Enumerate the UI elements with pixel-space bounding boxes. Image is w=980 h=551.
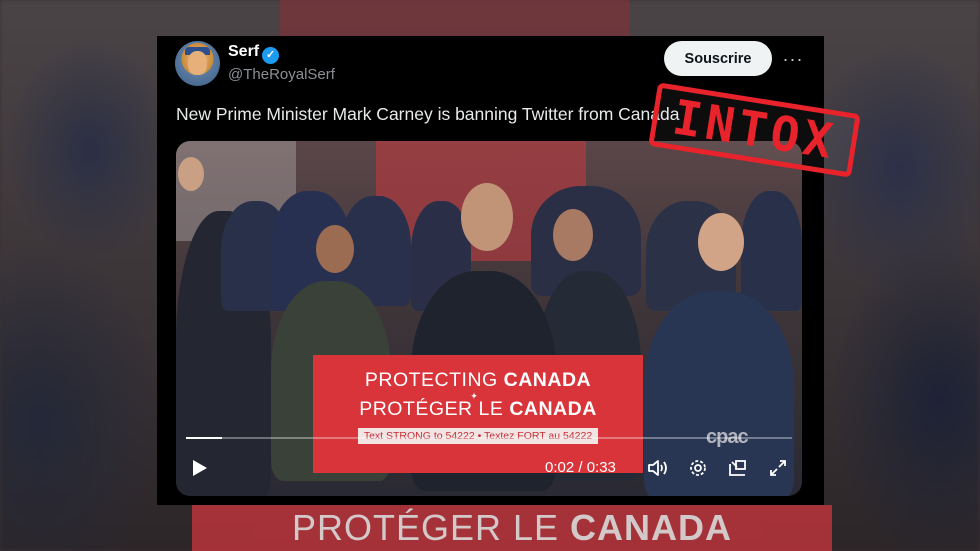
verified-badge-icon: ✓ [262,47,280,64]
progress-fill [186,437,223,439]
time-display: 0:02 / 0:33 [545,459,616,476]
maple-leaf-icon: ✦ [470,391,478,401]
background-banner: PROTÉGER LE CANADA [192,505,832,551]
podium-sign: PROTECTING CANADA ✦ PROTÉGER LE CANADA T… [313,355,643,473]
video-player[interactable]: PROTECTING CANADA ✦ PROTÉGER LE CANADA T… [176,141,802,496]
progress-track[interactable] [186,437,792,439]
background-red-wall [280,0,630,40]
avatar[interactable] [175,41,220,86]
more-options-icon[interactable]: ··· [780,49,806,69]
subscribe-button[interactable]: Souscrire [664,41,772,76]
play-icon[interactable] [188,456,212,480]
gear-icon[interactable] [686,456,710,480]
tweet-text: New Prime Minister Mark Carney is bannin… [176,104,680,124]
display-name[interactable]: Serf ✓ [228,43,280,64]
picture-in-picture-icon[interactable] [726,456,750,480]
volume-icon[interactable] [646,456,670,480]
handle[interactable]: @TheRoyalSerf [228,66,335,83]
fullscreen-icon[interactable] [766,456,790,480]
